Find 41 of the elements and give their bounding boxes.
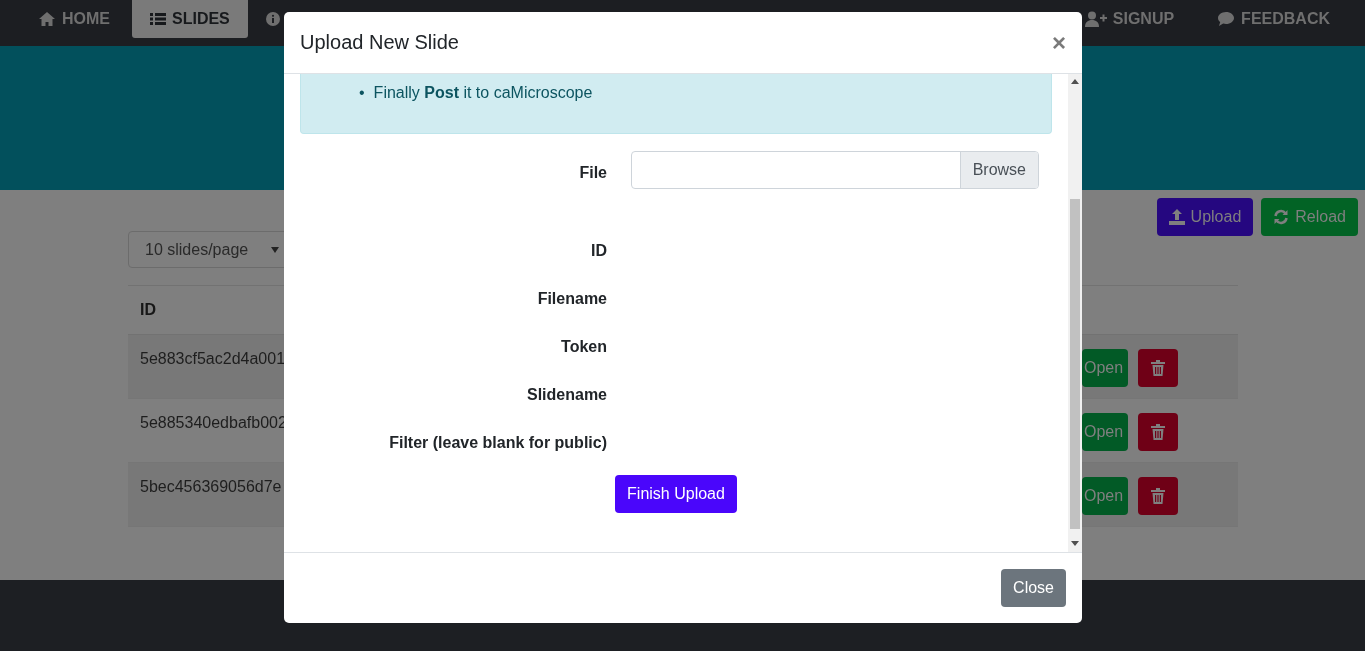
bullet: • bbox=[359, 84, 365, 102]
close-button[interactable]: Close bbox=[1001, 569, 1066, 607]
delete-button[interactable] bbox=[1138, 413, 1178, 451]
home-icon bbox=[38, 11, 56, 27]
field-label: File bbox=[578, 163, 607, 182]
delete-button[interactable] bbox=[1138, 477, 1178, 515]
column-header: ID bbox=[140, 301, 156, 319]
add-user-icon bbox=[1084, 11, 1107, 27]
caret-icon bbox=[271, 246, 279, 253]
trash-icon bbox=[1151, 424, 1165, 440]
browse-button[interactable]: Browse bbox=[959, 152, 1038, 188]
upload-icon bbox=[1168, 209, 1185, 225]
nav-tab[interactable]: SIGNUP bbox=[1084, 0, 1175, 38]
table-cell-text: 5bec456369056d7e bbox=[139, 477, 282, 496]
open-button[interactable]: Open bbox=[1082, 349, 1128, 387]
trash-icon bbox=[1151, 488, 1165, 504]
list-icon bbox=[150, 12, 166, 26]
modal-title: Upload New Slide bbox=[300, 31, 459, 54]
speech-bubble-icon bbox=[1217, 11, 1236, 27]
field-label: Filename bbox=[536, 289, 607, 308]
upload-button[interactable]: Upload bbox=[1156, 198, 1254, 236]
trash-icon bbox=[1151, 360, 1165, 376]
reload-icon bbox=[1273, 209, 1290, 225]
table-cell-text: 5e885340edbafb002 bbox=[139, 413, 287, 432]
table-cell-text: 5e883cf5ac2d4a001 bbox=[139, 349, 286, 368]
delete-button[interactable] bbox=[1138, 349, 1178, 387]
finish-upload-button[interactable]: Finish Upload bbox=[615, 475, 737, 513]
reload-button[interactable]: Reload bbox=[1261, 198, 1358, 236]
nav-tab[interactable]: FEEDBACK bbox=[1217, 0, 1330, 38]
nav-tab[interactable]: HOME bbox=[20, 0, 128, 38]
file-input-field[interactable]: Browse bbox=[631, 151, 1039, 189]
close-button[interactable]: × bbox=[1052, 30, 1066, 55]
instruction-item: Finally Post it to caMicroscope bbox=[373, 84, 593, 102]
field-label: Token bbox=[560, 337, 607, 356]
field-label: Slidename bbox=[525, 385, 607, 404]
open-button[interactable]: Open bbox=[1082, 413, 1128, 451]
nav-tab[interactable]: SLIDES bbox=[132, 0, 248, 38]
field-label: Filter (leave blank for public) bbox=[388, 433, 607, 452]
field-label: ID bbox=[590, 241, 607, 260]
open-button[interactable]: Open bbox=[1082, 477, 1128, 515]
info-icon bbox=[265, 12, 280, 26]
